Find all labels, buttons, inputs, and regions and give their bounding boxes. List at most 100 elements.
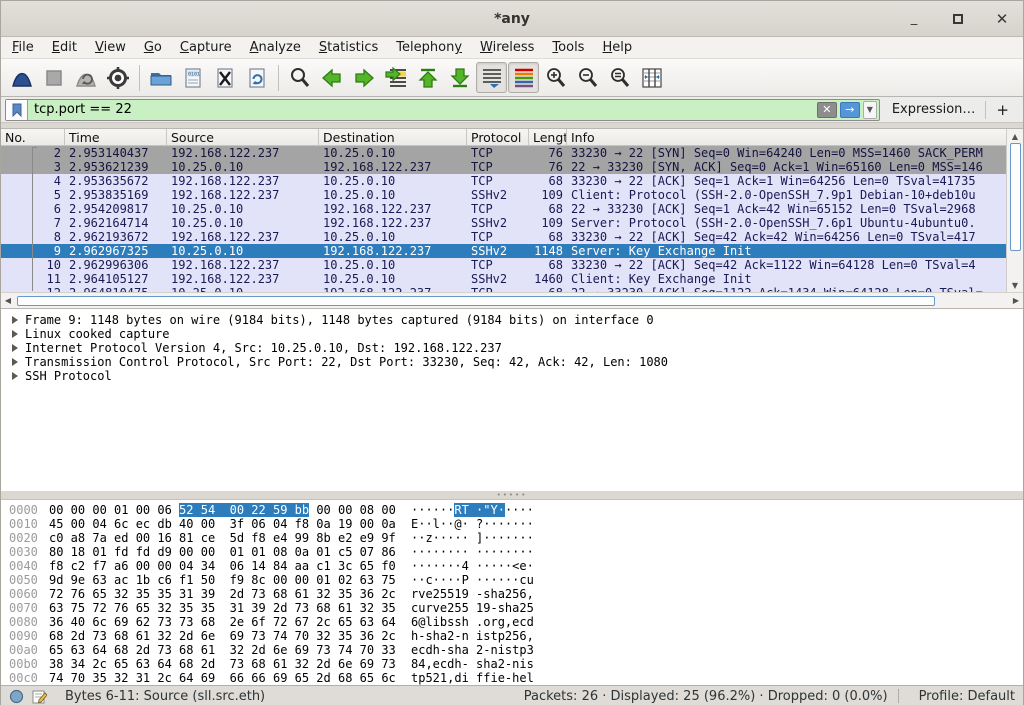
menu-edit[interactable]: Edit [43, 38, 86, 57]
close-icon[interactable]: ✕ [991, 8, 1013, 30]
start-capture-icon[interactable] [6, 62, 37, 93]
minimize-icon[interactable]: _ [903, 8, 925, 30]
hex-row-0070[interactable]: 007063 75 72 76 65 32 35 35 31 39 2d 73 … [9, 601, 1023, 615]
scroll-down-icon[interactable]: ▼ [1007, 278, 1023, 292]
hex-row-0010[interactable]: 001045 00 04 6c ec db 40 00 3f 06 04 f8 … [9, 517, 1023, 531]
column-header-length[interactable]: Length [529, 129, 567, 145]
hex-row-0000[interactable]: 000000 00 00 01 00 06 52 54 00 22 59 bb … [9, 503, 1023, 517]
maximize-icon[interactable] [947, 8, 969, 30]
packet-list-hscrollbar[interactable]: ◀ ▶ [1, 292, 1023, 308]
hex-row-0080[interactable]: 008036 40 6c 69 62 73 73 68 2e 6f 72 67 … [9, 615, 1023, 629]
column-header-protocol[interactable]: Protocol [467, 129, 529, 145]
packet-row-12[interactable]: 122.96481047510.25.0.10192.168.122.237TC… [1, 286, 1006, 292]
scroll-right-icon[interactable]: ▶ [1009, 294, 1023, 308]
packet-row-6[interactable]: 62.95420981710.25.0.10192.168.122.237TCP… [1, 202, 1006, 216]
hex-row-0060[interactable]: 006072 76 65 32 35 35 31 39 2d 73 68 61 … [9, 587, 1023, 601]
scroll-left-icon[interactable]: ◀ [1, 294, 15, 308]
previous-packet-icon[interactable] [316, 62, 347, 93]
menu-telephony[interactable]: Telephony [387, 38, 471, 57]
packet-row-11[interactable]: 112.964105127192.168.122.23710.25.0.10SS… [1, 272, 1006, 286]
expander-icon[interactable] [12, 358, 18, 366]
colorize-icon[interactable] [508, 62, 539, 93]
close-file-icon[interactable] [209, 62, 240, 93]
first-packet-icon[interactable] [412, 62, 443, 93]
column-header-no[interactable]: No. [1, 129, 65, 145]
packet-row-9[interactable]: 92.96296732510.25.0.10192.168.122.237SSH… [1, 244, 1006, 258]
packet-row-2[interactable]: 22.953140437192.168.122.23710.25.0.10TCP… [1, 146, 1006, 160]
menu-go[interactable]: Go [135, 38, 171, 57]
capture-comment-icon[interactable] [32, 689, 47, 704]
column-header-time[interactable]: Time [65, 129, 167, 145]
packet-row-5[interactable]: 52.953835169192.168.122.23710.25.0.10SSH… [1, 188, 1006, 202]
detail-row-4[interactable]: SSH Protocol [1, 369, 1023, 383]
resize-columns-icon[interactable] [636, 62, 667, 93]
packet-row-10[interactable]: 102.962996306192.168.122.23710.25.0.10TC… [1, 258, 1006, 272]
hex-row-0020[interactable]: 0020c0 a8 7a ed 00 16 81 ce 5d f8 e4 99 … [9, 531, 1023, 545]
menu-tools[interactable]: Tools [543, 38, 593, 57]
stop-capture-icon[interactable] [38, 62, 69, 93]
expert-info-icon[interactable] [9, 689, 24, 704]
next-packet-icon[interactable] [348, 62, 379, 93]
menu-analyze[interactable]: Analyze [241, 38, 310, 57]
restart-capture-icon[interactable] [70, 62, 101, 93]
save-file-icon[interactable]: 0101 [177, 62, 208, 93]
vscroll-thumb[interactable] [1010, 143, 1021, 251]
hex-row-0090[interactable]: 009068 2d 73 68 61 32 2d 6e 69 73 74 70 … [9, 629, 1023, 643]
detail-row-0[interactable]: Frame 9: 1148 bytes on wire (9184 bits),… [1, 313, 1023, 327]
clear-filter-icon[interactable]: ✕ [817, 102, 837, 118]
expander-icon[interactable] [12, 344, 18, 352]
last-packet-icon[interactable] [444, 62, 475, 93]
display-filter-input[interactable] [28, 102, 817, 117]
hex-row-00a0[interactable]: 00a065 63 64 68 2d 73 68 61 32 2d 6e 69 … [9, 643, 1023, 657]
hex-bytes: 65 63 64 68 2d 73 68 61 32 2d 6e 69 73 7… [49, 643, 411, 657]
packet-row-8[interactable]: 82.962193672192.168.122.23710.25.0.10TCP… [1, 230, 1006, 244]
go-to-packet-icon[interactable] [380, 62, 411, 93]
detail-row-3[interactable]: Transmission Control Protocol, Src Port:… [1, 355, 1023, 369]
cell-info: 33230 → 22 [SYN] Seq=0 Win=64240 Len=0 M… [567, 146, 1006, 160]
hex-row-0050[interactable]: 00509d 9e 63 ac 1b c6 f1 50 f9 8c 00 00 … [9, 573, 1023, 587]
column-header-info[interactable]: Info [567, 129, 1006, 145]
menu-file[interactable]: File [3, 38, 43, 57]
hex-row-00b0[interactable]: 00b038 34 2c 65 63 64 68 2d 73 68 61 32 … [9, 657, 1023, 671]
bookmark-icon[interactable] [6, 100, 28, 120]
hscroll-thumb[interactable] [17, 296, 935, 306]
filter-dropdown-icon[interactable]: ▼ [863, 101, 877, 119]
open-file-icon[interactable] [145, 62, 176, 93]
menu-wireless[interactable]: Wireless [471, 38, 543, 57]
column-header-source[interactable]: Source [167, 129, 319, 145]
menu-statistics[interactable]: Statistics [310, 38, 387, 57]
packet-row-3[interactable]: 32.95362123910.25.0.10192.168.122.237TCP… [1, 160, 1006, 174]
hex-row-0030[interactable]: 003080 18 01 fd fd d9 00 00 01 01 08 0a … [9, 545, 1023, 559]
expander-icon[interactable] [12, 372, 18, 380]
menu-view[interactable]: View [86, 38, 135, 57]
zoom-out-icon[interactable] [572, 62, 603, 93]
expander-icon[interactable] [12, 316, 18, 324]
cell-time: 2.964810475 [65, 286, 167, 292]
packet-row-7[interactable]: 72.96216471410.25.0.10192.168.122.237SSH… [1, 216, 1006, 230]
auto-scroll-icon[interactable] [476, 62, 507, 93]
detail-row-2[interactable]: Internet Protocol Version 4, Src: 10.25.… [1, 341, 1023, 355]
add-filter-button[interactable]: + [986, 101, 1019, 119]
status-profile[interactable]: Profile: Default [919, 689, 1015, 704]
cell-length: 68 [529, 174, 567, 188]
expander-icon[interactable] [12, 330, 18, 338]
packet-row-4[interactable]: 42.953635672192.168.122.23710.25.0.10TCP… [1, 174, 1006, 188]
packet-list-vscrollbar[interactable]: ▲ ▼ [1006, 129, 1023, 292]
capture-options-icon[interactable] [102, 62, 133, 93]
menu-capture[interactable]: Capture [171, 38, 241, 57]
menu-help[interactable]: Help [593, 38, 641, 57]
hex-row-0040[interactable]: 0040f8 c2 f7 a6 00 00 04 34 06 14 84 aa … [9, 559, 1023, 573]
find-packet-icon[interactable] [284, 62, 315, 93]
hex-row-00c0[interactable]: 00c074 70 35 32 31 2c 64 69 66 66 69 65 … [9, 671, 1023, 685]
zoom-in-icon[interactable] [540, 62, 571, 93]
detail-row-1[interactable]: Linux cooked capture [1, 327, 1023, 341]
column-header-destination[interactable]: Destination [319, 129, 467, 145]
cell-protocol: SSHv2 [467, 216, 529, 230]
apply-filter-icon[interactable]: → [840, 102, 860, 118]
reload-file-icon[interactable] [241, 62, 272, 93]
hex-offset: 0080 [9, 615, 49, 629]
pane-splitter[interactable]: ••••• [1, 491, 1023, 499]
scroll-up-icon[interactable]: ▲ [1007, 129, 1023, 143]
expression-button[interactable]: Expression… [880, 102, 986, 117]
zoom-reset-icon[interactable] [604, 62, 635, 93]
